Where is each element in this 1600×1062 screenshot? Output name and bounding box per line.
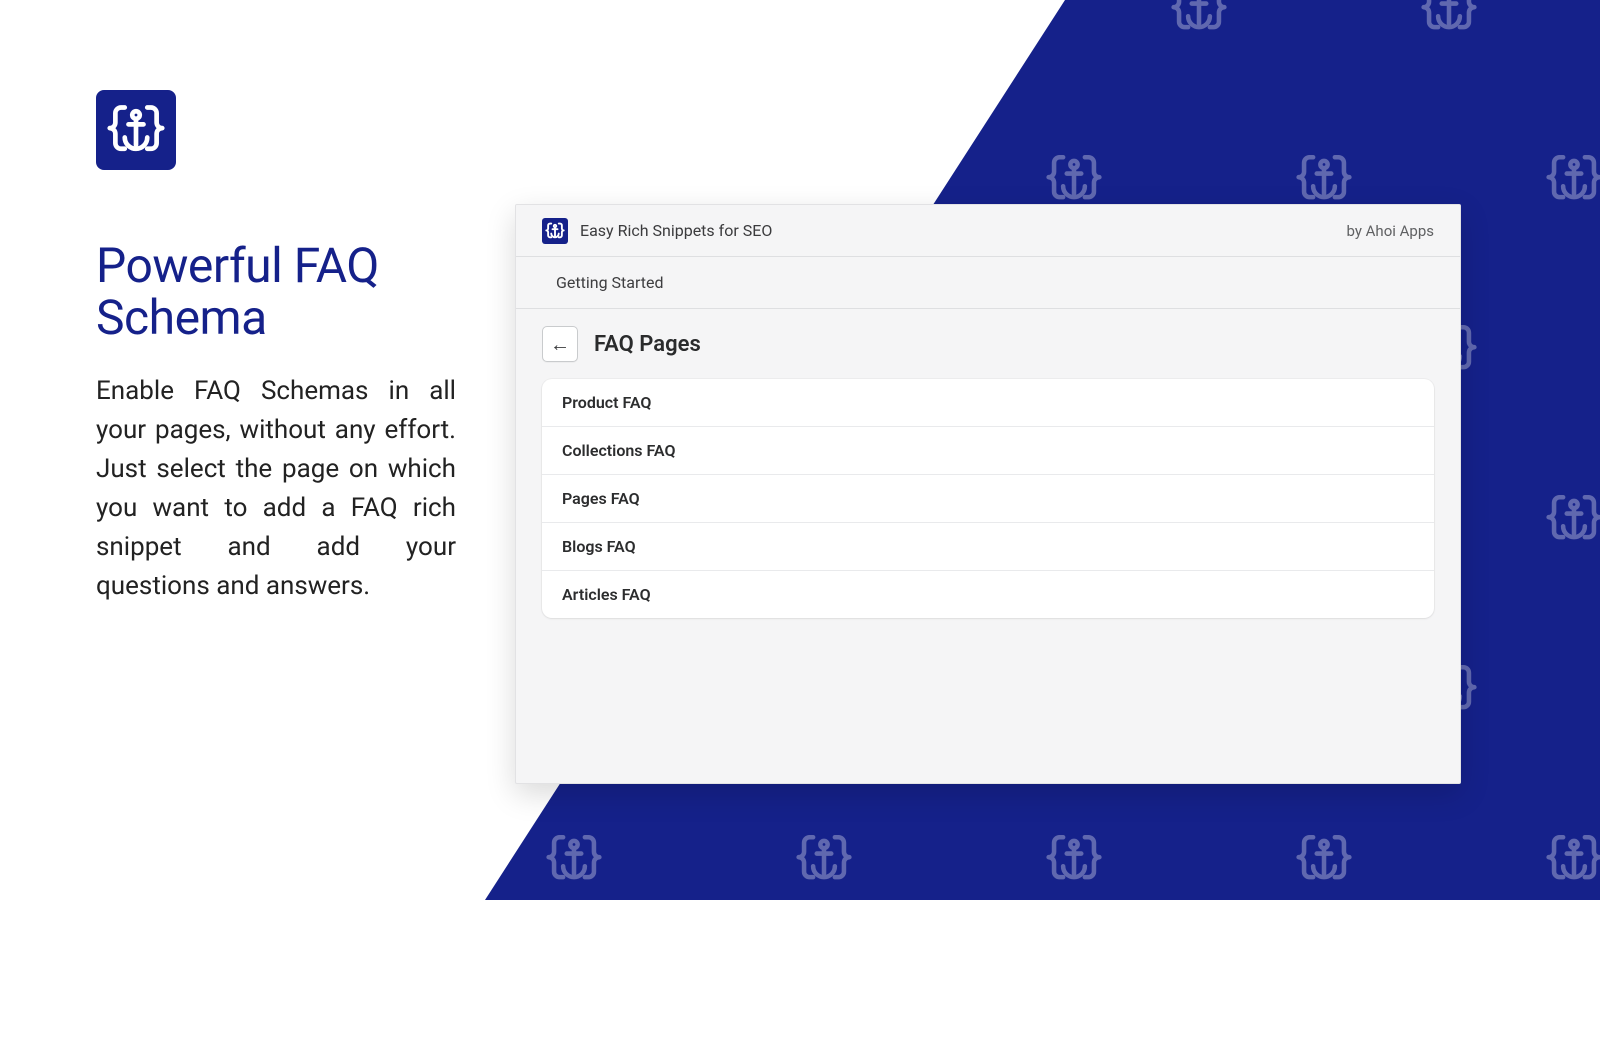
app-byline: by Ahoi Apps <box>1346 222 1434 240</box>
faq-pages-list: Product FAQ Collections FAQ Pages FAQ Bl… <box>542 379 1434 618</box>
list-item[interactable]: Articles FAQ <box>542 571 1434 618</box>
page-title: FAQ Pages <box>594 332 701 357</box>
tab-getting-started[interactable]: Getting Started <box>556 273 664 292</box>
arrow-left-icon: ← <box>550 334 570 354</box>
list-item[interactable]: Product FAQ <box>542 379 1434 427</box>
description-text: Enable FAQ Schemas in all your pages, wi… <box>96 372 456 606</box>
tab-bar: Getting Started <box>516 257 1460 309</box>
anchor-braces-icon <box>545 221 565 241</box>
back-button[interactable]: ← <box>542 326 578 362</box>
app-logo-badge <box>542 218 568 244</box>
anchor-braces-icon <box>106 100 166 160</box>
page-title-row: ← FAQ Pages <box>516 309 1460 379</box>
list-item[interactable]: Pages FAQ <box>542 475 1434 523</box>
marketing-copy-column: Powerful FAQ Schema Enable FAQ Schemas i… <box>96 90 456 606</box>
list-item[interactable]: Blogs FAQ <box>542 523 1434 571</box>
brand-logo-badge <box>96 90 176 170</box>
app-screenshot-frame: Easy Rich Snippets for SEO by Ahoi Apps … <box>515 204 1461 784</box>
app-header: Easy Rich Snippets for SEO by Ahoi Apps <box>516 205 1460 257</box>
app-title: Easy Rich Snippets for SEO <box>580 221 772 240</box>
list-item[interactable]: Collections FAQ <box>542 427 1434 475</box>
headline: Powerful FAQ Schema <box>96 240 456 344</box>
